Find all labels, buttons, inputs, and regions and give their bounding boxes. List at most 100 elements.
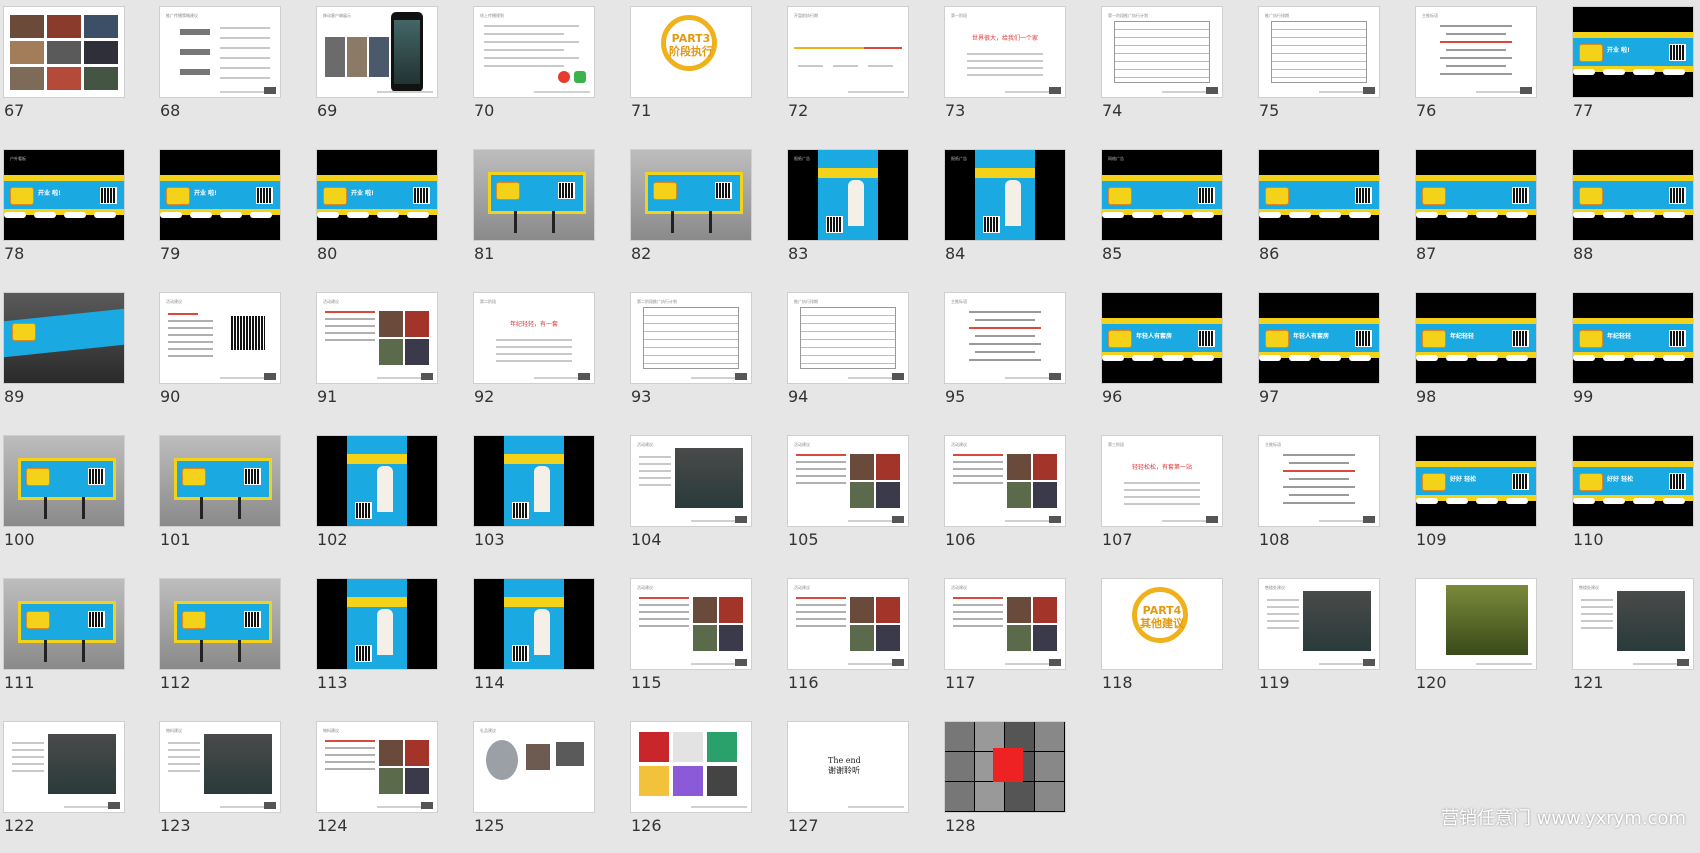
- slide-preview[interactable]: 活动建议: [160, 293, 280, 383]
- slide-thumbnail[interactable]: 好好 轻松 109: [1412, 429, 1536, 567]
- slide-preview[interactable]: 推广执行排期: [1259, 7, 1379, 97]
- slide-preview[interactable]: [4, 436, 124, 526]
- slide-preview[interactable]: 主推标语: [1416, 7, 1536, 97]
- slide-thumbnail[interactable]: 第二阶段 年纪轻轻，有一套 92: [470, 286, 594, 424]
- slide-thumbnail[interactable]: 开业 啦! 77: [1569, 0, 1693, 138]
- slide-thumbnail[interactable]: 主推标语 95: [941, 286, 1065, 424]
- slide-thumbnail[interactable]: 活动建议 115: [627, 572, 751, 710]
- slide-preview[interactable]: [4, 579, 124, 669]
- slide-preview[interactable]: 户外看板 开业 啦!: [4, 150, 124, 240]
- slide-thumbnail[interactable]: 活动建议 106: [941, 429, 1065, 567]
- slide-thumbnail[interactable]: 第一阶段 世界很大，给我们一个家 73: [941, 0, 1065, 138]
- slide-thumbnail[interactable]: 第一阶段推广执行计划 74: [1098, 0, 1222, 138]
- slide-thumbnail[interactable]: 年轻人有套房 96: [1098, 286, 1222, 424]
- slide-preview[interactable]: [4, 7, 124, 97]
- slide-preview[interactable]: 活动建议: [788, 579, 908, 669]
- slide-thumbnail[interactable]: 活动建议 105: [784, 429, 908, 567]
- slide-thumbnail[interactable]: 线上传播规划 70: [470, 0, 594, 138]
- slide-preview[interactable]: 好好 轻松: [1416, 436, 1536, 526]
- slide-preview[interactable]: [474, 436, 594, 526]
- slide-thumbnail[interactable]: 122: [0, 715, 124, 853]
- slide-thumbnail[interactable]: 120: [1412, 572, 1536, 710]
- slide-preview[interactable]: [4, 293, 124, 383]
- slide-thumbnail[interactable]: 年纪轻轻 99: [1569, 286, 1693, 424]
- slide-preview[interactable]: [631, 722, 751, 812]
- slide-thumbnail[interactable]: 售楼处建议 121: [1569, 572, 1693, 710]
- slide-preview[interactable]: [474, 579, 594, 669]
- slide-thumbnail[interactable]: 开盘前执行期 72: [784, 0, 908, 138]
- slide-preview[interactable]: PART4 其他建议: [1102, 579, 1222, 669]
- slide-preview[interactable]: 网络广告: [1102, 150, 1222, 240]
- slide-thumbnail[interactable]: 89: [0, 286, 124, 424]
- slide-preview[interactable]: 推广传播策略建议: [160, 7, 280, 97]
- slide-thumbnail[interactable]: 主推标语 76: [1412, 0, 1536, 138]
- slide-preview[interactable]: 开业 啦!: [160, 150, 280, 240]
- slide-thumbnail[interactable]: 活动建议 91: [313, 286, 437, 424]
- slide-preview[interactable]: 物料建议: [160, 722, 280, 812]
- slide-thumbnail[interactable]: 推广执行排期 75: [1255, 0, 1379, 138]
- slide-preview[interactable]: 第一阶段推广执行计划: [1102, 7, 1222, 97]
- slide-preview[interactable]: 礼品建议: [474, 722, 594, 812]
- slide-thumbnail[interactable]: 81: [470, 143, 594, 281]
- slide-preview[interactable]: [1259, 150, 1379, 240]
- slide-thumbnail[interactable]: 礼品建议 125: [470, 715, 594, 853]
- slide-preview[interactable]: 年纪轻轻: [1573, 293, 1693, 383]
- slide-thumbnail[interactable]: 户外广告 82: [627, 143, 751, 281]
- slide-thumbnail[interactable]: 111: [0, 572, 124, 710]
- slide-preview[interactable]: 户外广告: [631, 150, 751, 240]
- slide-preview[interactable]: [4, 722, 124, 812]
- slide-thumbnail[interactable]: 网络广告 85: [1098, 143, 1222, 281]
- slide-thumbnail[interactable]: 活动建议 104: [627, 429, 751, 567]
- slide-thumbnail[interactable]: 主推标语 108: [1255, 429, 1379, 567]
- slide-thumbnail[interactable]: PART3 阶段执行 71: [627, 0, 751, 138]
- slide-preview[interactable]: [1416, 579, 1536, 669]
- slide-preview[interactable]: 活动建议: [788, 436, 908, 526]
- slide-thumbnail[interactable]: PART4 其他建议 118: [1098, 572, 1222, 710]
- slide-preview[interactable]: 主推标语: [1259, 436, 1379, 526]
- slide-preview[interactable]: 报纸广告: [945, 150, 1065, 240]
- slide-preview[interactable]: 活动建议: [945, 579, 1065, 669]
- slide-thumbnail[interactable]: 推广执行排期 94: [784, 286, 908, 424]
- slide-preview[interactable]: 第二阶段推广执行计划: [631, 293, 751, 383]
- slide-thumbnail[interactable]: 活动建议 116: [784, 572, 908, 710]
- slide-preview[interactable]: [317, 579, 437, 669]
- slide-preview[interactable]: 开业 啦!: [1573, 7, 1693, 97]
- slide-thumbnail[interactable]: 活动建议 90: [156, 286, 280, 424]
- slide-thumbnail[interactable]: 好好 轻松 110: [1569, 429, 1693, 567]
- slide-preview[interactable]: 售楼处建议: [1573, 579, 1693, 669]
- slide-preview[interactable]: [945, 722, 1065, 812]
- slide-preview[interactable]: [160, 436, 280, 526]
- slide-thumbnail[interactable]: 物料建议 123: [156, 715, 280, 853]
- slide-preview[interactable]: 年纪轻轻: [1416, 293, 1536, 383]
- slide-preview[interactable]: 年轻人有套房: [1102, 293, 1222, 383]
- slide-preview[interactable]: 开盘前执行期: [788, 7, 908, 97]
- slide-preview[interactable]: 移动客户端展示: [317, 7, 437, 97]
- slide-thumbnail[interactable]: 112: [156, 572, 280, 710]
- slide-thumbnail[interactable]: 户外看板 开业 啦! 78: [0, 143, 124, 281]
- slide-thumbnail[interactable]: 移动客户端展示 69: [313, 0, 437, 138]
- slide-preview[interactable]: [474, 150, 594, 240]
- slide-thumbnail[interactable]: 101: [156, 429, 280, 567]
- slide-preview[interactable]: 推广执行排期: [788, 293, 908, 383]
- slide-thumbnail[interactable]: 报纸广告 84: [941, 143, 1065, 281]
- slide-preview[interactable]: 好好 轻松: [1573, 436, 1693, 526]
- slide-preview[interactable]: PART3 阶段执行: [631, 7, 751, 97]
- slide-thumbnail[interactable]: 88: [1569, 143, 1693, 281]
- slide-thumbnail[interactable]: 126: [627, 715, 751, 853]
- slide-preview[interactable]: 线上传播规划: [474, 7, 594, 97]
- slide-preview[interactable]: [1416, 150, 1536, 240]
- slide-preview[interactable]: 活动建议: [317, 293, 437, 383]
- slide-thumbnail[interactable]: 报纸广告 83: [784, 143, 908, 281]
- slide-thumbnail[interactable]: 第三阶段 轻轻松松，有套第一站 107: [1098, 429, 1222, 567]
- slide-thumbnail[interactable]: 年轻人有套房 97: [1255, 286, 1379, 424]
- slide-preview[interactable]: 第一阶段 世界很大，给我们一个家: [945, 7, 1065, 97]
- slide-thumbnail[interactable]: 87: [1412, 143, 1536, 281]
- slide-preview[interactable]: 活动建议: [631, 436, 751, 526]
- slide-thumbnail[interactable]: 128: [941, 715, 1065, 853]
- slide-thumbnail[interactable]: 67: [0, 0, 124, 138]
- slide-thumbnail[interactable]: 推广传播策略建议 68: [156, 0, 280, 138]
- slide-preview[interactable]: 第三阶段 轻轻松松，有套第一站: [1102, 436, 1222, 526]
- slide-thumbnail[interactable]: 第二阶段推广执行计划 93: [627, 286, 751, 424]
- slide-preview[interactable]: [160, 579, 280, 669]
- slide-thumbnail[interactable]: 86: [1255, 143, 1379, 281]
